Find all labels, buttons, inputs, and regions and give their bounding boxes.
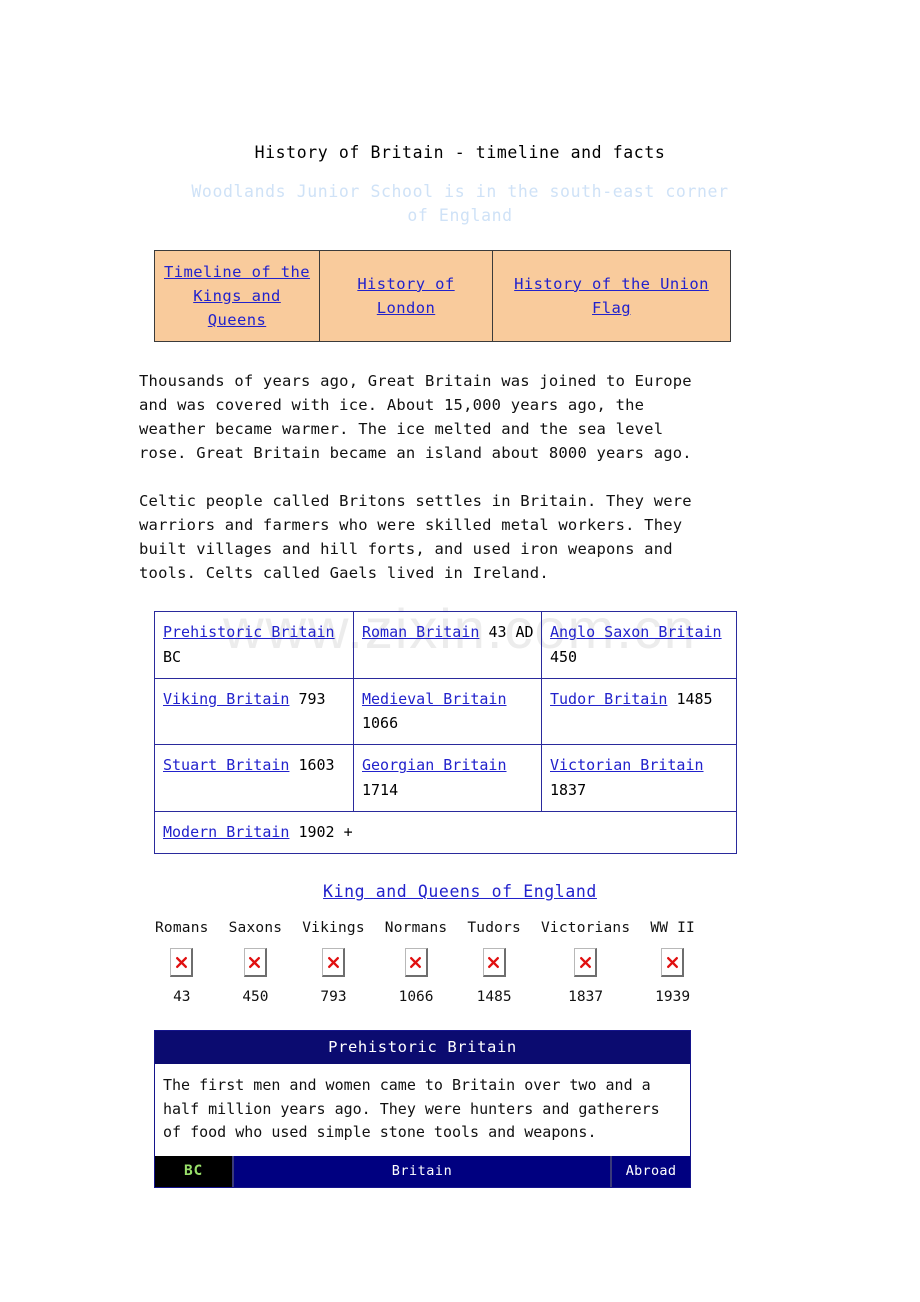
nav-link-timeline-kings-queens[interactable]: Timeline of the Kings and Queens xyxy=(164,263,310,329)
period-link-tudor-britain[interactable]: Tudor Britain xyxy=(550,690,667,708)
period-date-victorian: 1837 xyxy=(550,780,587,799)
period-link-medieval-britain[interactable]: Medieval Britain xyxy=(362,690,507,708)
era-label: Romans xyxy=(155,920,209,937)
era-year: 450 xyxy=(242,989,269,1006)
broken-image-icon[interactable] xyxy=(170,948,194,978)
period-cell-prehistoric[interactable]: Prehistoric Britain BC xyxy=(154,611,354,679)
period-cell-medieval[interactable]: Medieval Britain 1066 xyxy=(353,677,542,746)
era-year: 1837 xyxy=(568,989,604,1006)
page-title: History of Britain - timeline and facts xyxy=(254,143,666,162)
navigation-table: Timeline of the Kings and Queens History… xyxy=(154,249,731,342)
panel-footer: BC Britain Abroad xyxy=(155,1155,690,1187)
period-date-anglo-saxon: 450 xyxy=(550,647,578,666)
footer-abroad-column: Abroad xyxy=(625,1163,677,1180)
period-cell-anglo-saxon[interactable]: Anglo Saxon Britain 450 xyxy=(541,611,737,679)
period-link-stuart-britain[interactable]: Stuart Britain xyxy=(163,756,289,774)
era-column: Victorians 1837 xyxy=(541,920,630,1005)
period-link-roman-britain[interactable]: Roman Britain xyxy=(362,623,479,641)
era-column: Vikings 793 xyxy=(302,920,365,1005)
intro-paragraph-2: Celtic people called Britons settles in … xyxy=(139,491,692,583)
period-date-viking: 793 xyxy=(298,689,326,708)
period-cell-victorian[interactable]: Victorian Britain 1837 xyxy=(541,744,737,813)
broken-image-icon[interactable] xyxy=(404,948,428,978)
era-year: 1485 xyxy=(476,989,512,1006)
era-year: 793 xyxy=(320,989,347,1006)
nav-cell-kings-queens[interactable]: Timeline of the Kings and Queens xyxy=(154,249,320,342)
era-year: 1066 xyxy=(398,989,434,1006)
nav-cell-union-flag[interactable]: History of the Union Flag xyxy=(492,249,731,342)
era-column: WW II 1939 xyxy=(650,920,695,1005)
period-link-victorian-britain[interactable]: Victorian Britain xyxy=(550,756,704,774)
nav-cell-history-london[interactable]: History of London xyxy=(319,249,493,342)
era-label: Saxons xyxy=(228,920,283,937)
broken-image-icon[interactable] xyxy=(482,948,506,978)
broken-image-icon[interactable] xyxy=(661,948,685,978)
intro-paragraph-1: Thousands of years ago, Great Britain wa… xyxy=(139,371,692,463)
era-column: Tudors 1485 xyxy=(467,920,521,1005)
period-date-tudor: 1485 xyxy=(676,689,713,708)
era-year: 1939 xyxy=(655,989,691,1006)
period-date-medieval: 1066 xyxy=(362,714,399,733)
era-label: Tudors xyxy=(467,920,521,937)
era-column: Normans 1066 xyxy=(385,920,448,1005)
period-link-viking-britain[interactable]: Viking Britain xyxy=(163,690,289,708)
period-link-prehistoric-britain[interactable]: Prehistoric Britain xyxy=(163,623,335,641)
broken-image-icon[interactable] xyxy=(574,948,598,978)
table-row: Stuart Britain 1603 Georgian Britain 171… xyxy=(154,744,737,813)
page-subtitle: Woodlands Junior School is in the south-… xyxy=(191,182,729,225)
link-king-and-queens-of-england[interactable]: King and Queens of England xyxy=(323,882,597,901)
period-link-modern-britain[interactable]: Modern Britain xyxy=(163,823,289,841)
era-label: WW II xyxy=(650,920,695,937)
table-row: Timeline of the Kings and Queens History… xyxy=(154,249,731,342)
period-cell-stuart[interactable]: Stuart Britain 1603 xyxy=(154,744,354,813)
periods-table: Prehistoric Britain BC Roman Britain 43 … xyxy=(154,611,737,855)
period-cell-georgian[interactable]: Georgian Britain 1714 xyxy=(353,744,542,813)
footer-britain-column: Britain xyxy=(234,1155,612,1187)
page-content: History of Britain - timeline and facts … xyxy=(0,0,920,1188)
era-label: Vikings xyxy=(302,920,365,937)
period-cell-roman[interactable]: Roman Britain 43 AD xyxy=(353,611,542,679)
table-row: Modern Britain 1902 + xyxy=(154,811,737,855)
period-date-prehistoric: BC xyxy=(163,647,182,666)
table-row: Viking Britain 793 Medieval Britain 1066… xyxy=(154,677,737,746)
broken-image-icon[interactable] xyxy=(243,948,267,978)
period-cell-tudor[interactable]: Tudor Britain 1485 xyxy=(541,677,737,746)
period-link-anglo-saxon-britain[interactable]: Anglo Saxon Britain xyxy=(550,623,722,641)
period-cell-modern[interactable]: Modern Britain 1902 + xyxy=(154,811,737,855)
era-row: Romans 43 Saxons 450 Vikings 793 Normans 1066 Tu… xyxy=(155,920,695,1005)
broken-image-icon[interactable] xyxy=(322,948,345,978)
nav-link-history-of-london[interactable]: History of London xyxy=(357,275,454,317)
prehistoric-britain-panel: Prehistoric Britain The first men and wo… xyxy=(154,1030,691,1188)
period-date-georgian: 1714 xyxy=(362,780,399,799)
period-cell-viking[interactable]: Viking Britain 793 xyxy=(154,677,354,746)
era-column: Saxons 450 xyxy=(229,920,283,1005)
kings-queens-link-container: King and Queens of England xyxy=(0,854,920,901)
period-date-roman: 43 AD xyxy=(488,623,534,642)
era-year: 43 xyxy=(173,989,191,1006)
era-timeline-strip: Romans 43 Saxons 450 Vikings 793 Normans 1066 Tu… xyxy=(155,920,695,1005)
period-link-georgian-britain[interactable]: Georgian Britain xyxy=(362,756,507,774)
era-label: Victorians xyxy=(540,920,631,937)
era-label: Normans xyxy=(384,920,448,937)
period-date-modern: 1902 + xyxy=(298,823,353,842)
era-column: Romans 43 xyxy=(155,920,209,1005)
panel-header-title: Prehistoric Britain xyxy=(155,1031,690,1065)
nav-link-history-union-flag[interactable]: History of the Union Flag xyxy=(514,275,709,317)
footer-era-label: BC xyxy=(155,1155,234,1187)
table-row: Prehistoric Britain BC Roman Britain 43 … xyxy=(154,611,737,679)
panel-body-text: The first men and women came to Britain … xyxy=(155,1064,690,1156)
period-date-stuart: 1603 xyxy=(298,756,335,775)
